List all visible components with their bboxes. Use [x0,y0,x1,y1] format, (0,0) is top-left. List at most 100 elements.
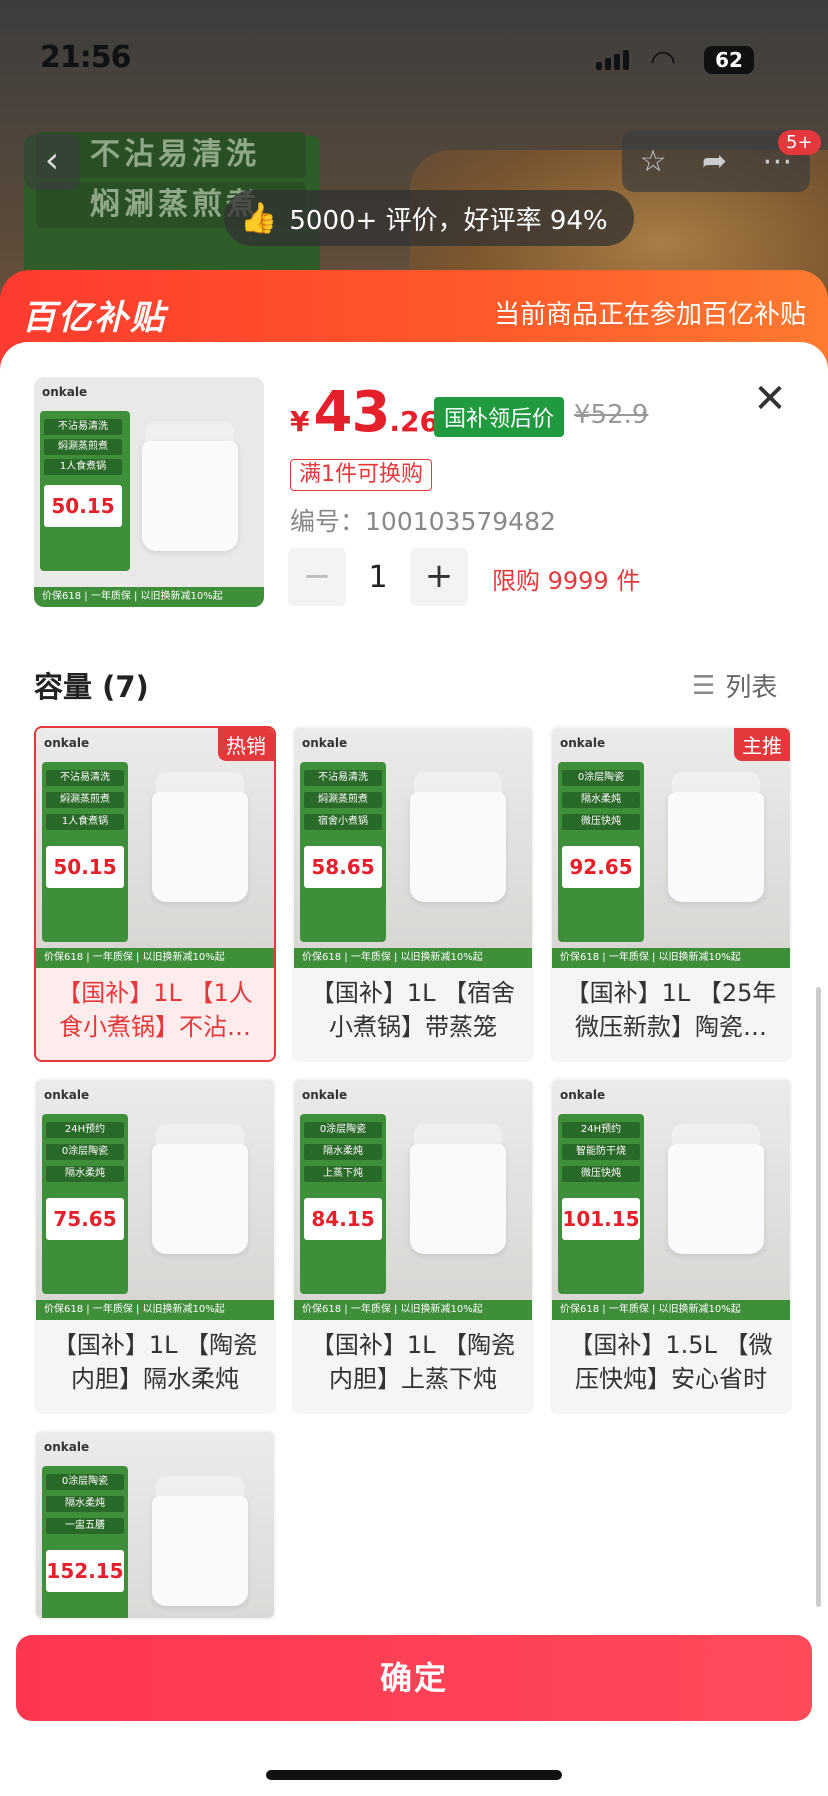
poster-line: 隔水柔炖 [304,1144,382,1160]
list-icon: ☰ [692,670,716,701]
variant-title: 【国补】1L 【1人食小煮锅】不沾… [57,979,253,1041]
poster-line: 1人食煮锅 [44,459,122,475]
variant-card[interactable]: onkale 不沾易清洗 焖涮蒸煎煮 1人食煮锅 50.15 价保618 | 一年质保 |… [34,726,276,1062]
variant-title: 【国补】1L 【陶瓷内胆】上蒸下炖 [310,1331,516,1393]
variant-image: onkale 0涂层陶瓷 隔水柔炖 微压快炖 92.65 价保618 | 一年质保 | 以… [552,728,790,968]
sku-sheet: onkale 不沾易清洗 焖涮蒸煎煮 1人食煮锅 50.15 价保618 | 一… [0,342,828,1796]
price: ¥ 43 .26 [290,380,439,445]
variant-card[interactable]: onkale 0涂层陶瓷 隔水柔炖 微压快炖 92.65 价保618 | 一年质保 | 以… [550,726,792,1062]
variant-card[interactable]: onkale 24H预约 智能防干烧 微压快炖 101.15 价保618 | 一年质保 |… [550,1078,792,1414]
subsidy-price-tag: 国补领后价 [434,397,565,437]
poster-price: 75.65 [46,1198,124,1240]
poster-price: 50.15 [44,485,122,527]
decrease-button[interactable]: − [288,548,346,606]
share-icon[interactable]: ➦ [702,144,727,179]
promo-tag[interactable]: 满1件可换购 [290,459,432,491]
poster-line: 24H预约 [562,1122,640,1138]
poster-line: 不沾易清洗 [304,770,382,786]
poster-line: 焖涮蒸煎煮 [304,792,382,808]
poster-line: 1人食煮锅 [46,814,124,830]
poster-footer: 价保618 | 一年质保 | 以旧换新减10%起 [36,948,274,968]
poster-footer: 价保618 | 一年质保 | 以旧换新减10%起 [294,1300,532,1320]
code-value: 100103579482 [365,507,556,536]
variant-image: onkale 不沾易清洗 焖涮蒸煎煮 1人食煮锅 50.15 价保618 | 一年质保 |… [36,728,274,968]
list-label: 列表 [725,673,778,703]
poster-line: 智能防干烧 [562,1144,640,1160]
brand-logo: onkale [44,1440,90,1454]
poster-line: 一盅五膳 [46,1518,124,1534]
back-button[interactable]: ‹ [24,134,80,190]
variant-card[interactable]: onkale 不沾易清洗焖涮蒸煎煮宿舍小煮锅 58.65 价保618 | 一年质保 |… [292,726,534,1062]
poster-line: 上蒸下炖 [304,1166,382,1182]
poster-footer: 价保618 | 一年质保 | 以旧换新减10%起 [294,948,532,968]
poster-line: 0涂层陶瓷 [304,1122,382,1138]
review-pill[interactable]: 👍 5000+ 评价，好评率 94% [224,190,634,246]
original-price: ¥52.9 [574,400,649,430]
close-button[interactable]: ✕ [750,379,790,420]
poster-price: 152.15 [46,1550,124,1592]
status-bar: 21:56 ◠ 62 [0,0,828,120]
quantity-stepper: − 1 + [288,548,468,606]
star-icon[interactable]: ☆ [640,144,667,179]
poster-line: 隔水柔炖 [562,792,640,808]
variant-badge: 热销 [218,728,274,761]
quantity-value[interactable]: 1 [346,560,410,595]
brand-logo: onkale [302,736,348,750]
appliance-image [142,441,238,551]
variant-title: 【国补】1L 【宿舍小煮锅】带蒸笼 [310,979,516,1041]
scrollbar[interactable] [816,987,821,1607]
poster-line: 微压快炖 [562,814,640,830]
variant-card[interactable]: onkale 24H预约 0涂层陶瓷 隔水柔炖 75.65 价保618 | 一年质保 | … [34,1078,276,1414]
variant-image: onkale0涂层陶瓷隔水柔炖一盅五膳152.15价保618 | 一年质保 | … [36,1432,274,1618]
variant-badge: 主推 [734,728,790,761]
poster-price: 84.15 [304,1198,382,1240]
notification-badge: 5+ [778,130,821,155]
brand-logo: onkale [44,1088,90,1102]
list-view-toggle[interactable]: ☰ 列表 [692,667,777,704]
close-icon: ✕ [753,376,787,422]
product-code: 编号：100103579482 [290,502,556,538]
chevron-left-icon: ‹ [44,140,60,181]
price-decimal: .26 [389,405,440,438]
poster-line: 隔水柔炖 [46,1496,124,1512]
variant-title: 【国补】1L 【陶瓷内胆】隔水柔炖 [52,1331,258,1393]
appliance-image [410,1144,506,1254]
brand-logo: onkale [42,385,88,399]
poster-line: 宿舍小煮锅 [304,814,382,830]
poster-price: 58.65 [304,846,382,888]
poster-footer: 价保618 | 一年质保 | 以旧换新减10%起 [34,587,264,607]
increase-button[interactable]: + [410,548,468,606]
price-integer: 43 [313,380,390,445]
poster-line: 微压快炖 [562,1166,640,1182]
variant-title: 【国补】1.5L 【微压快炖】安心省时 [569,1331,773,1393]
appliance-image [410,792,506,902]
poster-price: 92.65 [562,846,640,888]
thumbs-up-icon: 👍 [240,200,278,236]
poster-footer: 价保618 | 一年质保 | 以旧换新减10%起 [552,1300,790,1320]
subsidy-logo: 百亿补贴 [22,298,166,338]
review-text: 5000+ 评价，好评率 94% [289,205,608,236]
brand-logo: onkale [44,736,90,750]
confirm-button[interactable]: 确定 [16,1635,812,1721]
poster-footer: 价保618 | 一年质保 | 以旧换新减10%起 [552,948,790,968]
variant-image: onkale 0涂层陶瓷 隔水柔炖 上蒸下炖 84.15 价保618 | 一年质保 | 以… [294,1080,532,1320]
currency-symbol: ¥ [290,405,310,438]
variant-card[interactable]: onkale 0涂层陶瓷 隔水柔炖 上蒸下炖 84.15 价保618 | 一年质保 | 以… [292,1078,534,1414]
code-label: 编号： [290,507,366,536]
variant-image: onkale 不沾易清洗焖涮蒸煎煮宿舍小煮锅 58.65 价保618 | 一年质保 |… [294,728,532,968]
battery-indicator: 62 [704,46,754,74]
poster-line: 隔水柔炖 [46,1166,124,1182]
poster-price: 50.15 [46,846,124,888]
poster-line: 24H预约 [46,1122,124,1138]
appliance-image [152,792,248,902]
variant-card[interactable]: onkale0涂层陶瓷隔水柔炖一盅五膳152.15价保618 | 一年质保 | … [34,1430,276,1620]
appliance-image [668,792,764,902]
signal-icon [596,50,632,70]
wifi-icon: ◠ [650,44,677,79]
appliance-image [152,1496,248,1606]
poster-line: 不沾易清洗 [44,419,122,435]
status-time: 21:56 [40,40,131,75]
variant-image: onkale 24H预约 智能防干烧 微压快炖 101.15 价保618 | 一年质保 |… [552,1080,790,1320]
appliance-image [152,1144,248,1254]
poster-line: 不沾易清洗 [46,770,124,786]
